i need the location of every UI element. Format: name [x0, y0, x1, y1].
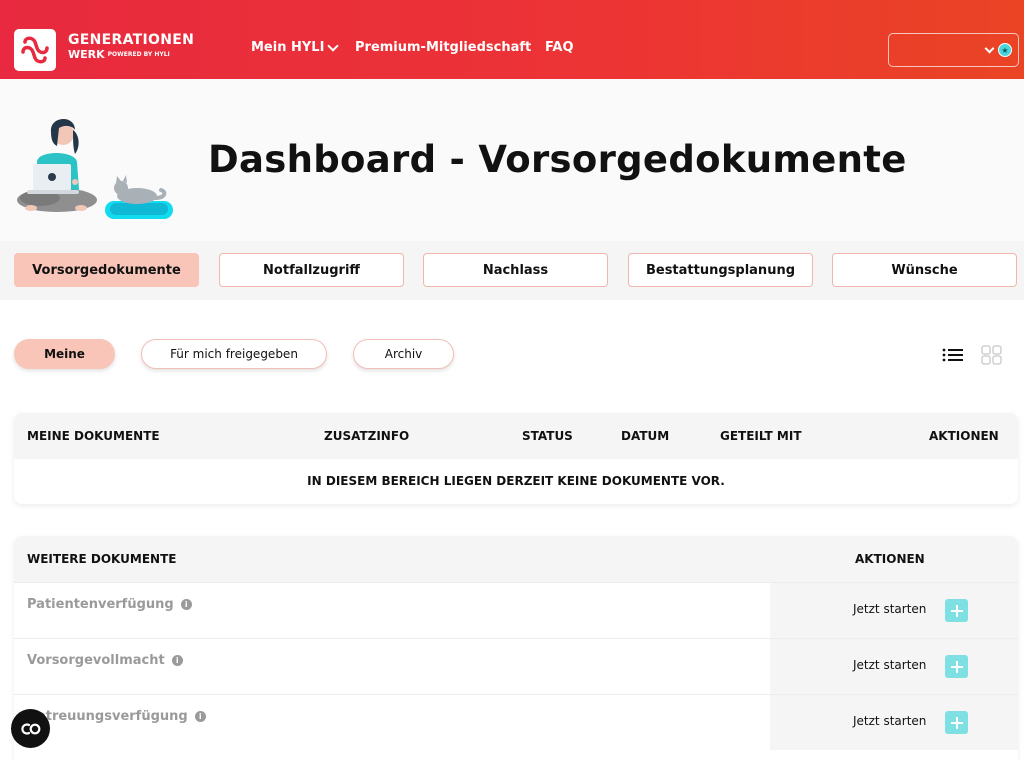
filter-fuer-mich-freigegeben[interactable]: Für mich freigegeben: [141, 339, 327, 369]
column-header: AKTIONEN: [929, 429, 999, 443]
info-icon[interactable]: i: [180, 599, 192, 610]
nav-premium[interactable]: Premium-Mitgliedschaft: [355, 40, 531, 55]
top-header: GENERATIONEN WERK POWERED BY HYLI Mein HY…: [0, 0, 1024, 79]
column-header: MEINE DOKUMENTE: [27, 429, 160, 443]
column-header: AKTIONEN: [855, 552, 925, 566]
logo-powered: POWERED BY HYLI: [107, 51, 170, 58]
nav-mein-hyli[interactable]: Mein HYLI: [251, 39, 340, 55]
table-row: Vorsorgevollmacht i Jetzt starten: [14, 638, 1018, 694]
action-cell: Jetzt starten: [770, 639, 1018, 694]
tab-bestattungsplanung[interactable]: Bestattungsplanung: [628, 253, 813, 287]
page-title: Dashboard - Vorsorgedokumente: [208, 138, 907, 181]
action-cell: Jetzt starten: [770, 695, 1018, 750]
hero-section: Dashboard - Vorsorgedokumente: [0, 79, 1024, 241]
plus-icon[interactable]: [945, 599, 968, 622]
filter-archiv[interactable]: Archiv: [353, 339, 454, 369]
document-name[interactable]: Betreuungsverfügung i: [27, 709, 206, 724]
woman-laptop-cat-illustration: [17, 118, 173, 219]
action-cell: Jetzt starten: [770, 583, 1018, 638]
info-icon[interactable]: i: [194, 711, 206, 722]
nav-label: Premium-Mitgliedschaft: [355, 40, 532, 55]
empty-state-message: IN DIESEM BEREICH LIEGEN DERZEIT KEINE D…: [307, 474, 725, 488]
account-select[interactable]: ★: [888, 33, 1019, 67]
logo-text[interactable]: GENERATIONEN WERK POWERED BY HYLI: [68, 33, 194, 60]
more-documents-table: WEITERE DOKUMENTE AKTIONEN Patientenverf…: [14, 536, 1018, 760]
column-header: GETEILT MIT: [720, 429, 802, 443]
column-header: ZUSATZINFO: [324, 429, 410, 443]
document-name-label: Betreuungsverfügung: [27, 709, 188, 724]
tab-wuensche[interactable]: Wünsche: [832, 253, 1017, 287]
table-header: WEITERE DOKUMENTE AKTIONEN: [14, 536, 1018, 582]
list-view-icon[interactable]: [942, 345, 964, 365]
table-row: Betreuungsverfügung i Jetzt starten: [14, 694, 1018, 750]
info-icon[interactable]: i: [171, 655, 183, 666]
document-name[interactable]: Vorsorgevollmacht i: [27, 653, 183, 668]
document-name-label: Vorsorgevollmacht: [27, 653, 165, 668]
logo-line2: WERK: [68, 48, 105, 61]
plus-icon[interactable]: [945, 655, 968, 678]
tab-notfallzugriff[interactable]: Notfallzugriff: [219, 253, 404, 287]
start-link[interactable]: Jetzt starten: [853, 714, 926, 728]
start-link[interactable]: Jetzt starten: [853, 658, 926, 672]
tab-nachlass[interactable]: Nachlass: [423, 253, 608, 287]
document-name-label: Patientenverfügung: [27, 597, 174, 612]
my-documents-table: MEINE DOKUMENTE ZUSATZINFO STATUS DATUM …: [14, 413, 1018, 504]
start-link[interactable]: Jetzt starten: [853, 602, 926, 616]
filter-meine[interactable]: Meine: [14, 339, 115, 369]
nav-label: Mein HYLI: [251, 40, 325, 55]
table-header: MEINE DOKUMENTE ZUSATZINFO STATUS DATUM …: [14, 413, 1018, 459]
chevron-down-icon: [327, 39, 340, 52]
section-tabs: Vorsorgedokumente Notfallzugriff Nachlas…: [0, 241, 1024, 300]
nav-label: FAQ: [545, 40, 574, 55]
co-chat-icon[interactable]: [11, 709, 50, 748]
plus-icon[interactable]: [945, 711, 968, 734]
nav-faq[interactable]: FAQ: [545, 40, 574, 55]
tab-vorsorgedokumente[interactable]: Vorsorgedokumente: [14, 253, 199, 287]
column-header: DATUM: [621, 429, 670, 443]
table-row: Patientenverfügung i Jetzt starten: [14, 582, 1018, 638]
document-name[interactable]: Patientenverfügung i: [27, 597, 192, 612]
grid-view-icon[interactable]: [981, 345, 1003, 365]
column-header: WEITERE DOKUMENTE: [27, 552, 177, 566]
chevron-down-icon: [984, 43, 995, 54]
logo-line1: GENERATIONEN: [68, 32, 195, 48]
logo-icon[interactable]: [14, 29, 56, 71]
column-header: STATUS: [522, 429, 573, 443]
star-badge-icon: ★: [998, 43, 1012, 57]
